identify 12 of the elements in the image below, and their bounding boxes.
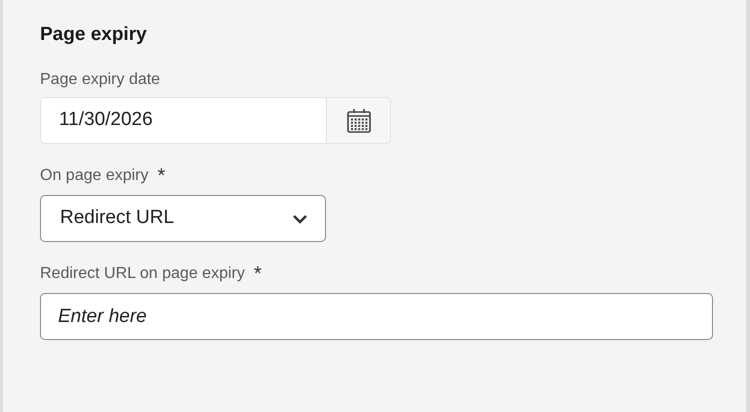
chevron-down-icon [292, 214, 308, 224]
section-title: Page expiry [40, 23, 148, 47]
field-label: On page expiry [40, 166, 149, 186]
field-label: Redirect URL on page expiry [40, 264, 245, 284]
url-input-field[interactable]: Enter here [40, 293, 713, 340]
field-label: Page expiry date [40, 70, 160, 90]
select-dropdown[interactable]: Redirect URL [40, 195, 326, 242]
required-mark: * [254, 264, 262, 284]
required-mark: * [158, 166, 166, 186]
date-field[interactable]: 11/30/2026 [40, 97, 327, 144]
calendar-button[interactable] [327, 97, 391, 144]
calendar-icon [346, 108, 372, 134]
